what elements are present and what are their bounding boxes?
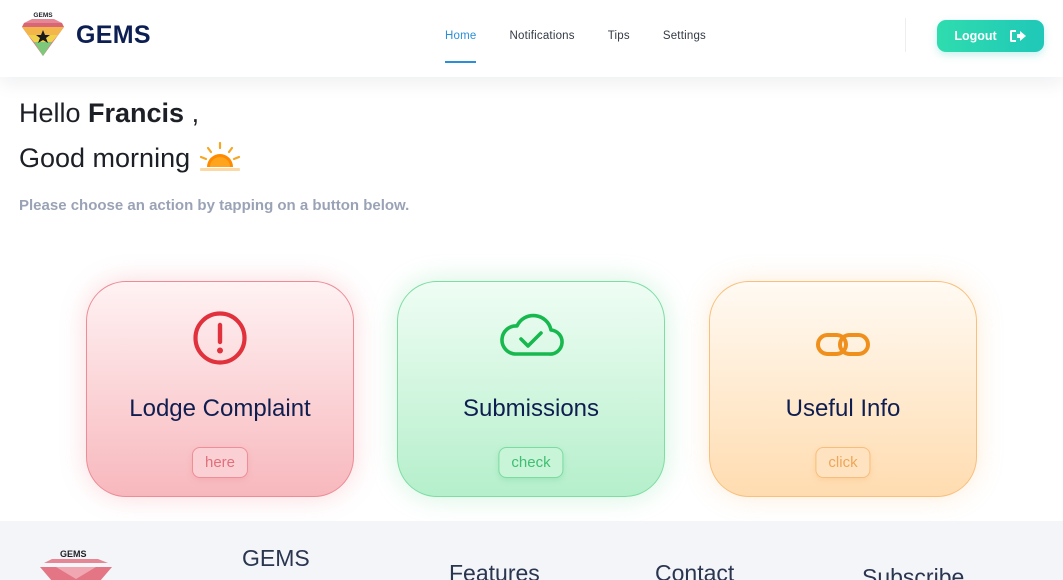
card-title: Lodge Complaint xyxy=(129,395,311,422)
lodge-complaint-card[interactable]: Lodge Complaint here xyxy=(86,281,354,497)
sunrise-icon xyxy=(200,141,241,171)
time-greeting: Good morning xyxy=(19,142,191,173)
hello-suffix: , xyxy=(184,98,200,128)
footer-gems-logo-icon xyxy=(40,559,112,580)
instruction-text: Please choose an action by tapping on a … xyxy=(19,197,410,214)
footer-heading-features: Features xyxy=(449,560,540,580)
nav-link-tips[interactable]: Tips xyxy=(608,30,630,42)
card-title: Useful Info xyxy=(785,395,901,422)
user-name: Francis xyxy=(88,98,185,128)
logout-label: Logout xyxy=(954,29,997,43)
svg-text:GEMS: GEMS xyxy=(33,12,53,19)
footer: GEMS GEMS Features Contact Subscribe xyxy=(0,521,1063,580)
nav-link-settings[interactable]: Settings xyxy=(663,30,706,42)
sign-out-icon xyxy=(1009,30,1026,42)
logout-button[interactable]: Logout xyxy=(937,20,1044,52)
top-navbar: GEMS GEMS Home Notifications Tips Settin… xyxy=(0,0,1063,77)
footer-heading-contact: Contact xyxy=(655,560,735,580)
submissions-button[interactable]: check xyxy=(498,447,564,478)
brand[interactable]: GEMS GEMS xyxy=(20,10,151,60)
cloud-check-icon xyxy=(500,313,564,356)
exclamation-circle-icon xyxy=(193,311,247,365)
footer-heading-gems: GEMS xyxy=(242,545,310,571)
gems-logo-icon: GEMS xyxy=(20,10,66,60)
greeting-hello: Hello Francis , xyxy=(19,98,199,129)
brand-name: GEMS xyxy=(76,20,151,49)
useful-info-button[interactable]: click xyxy=(815,447,871,478)
footer-heading-subscribe: Subscribe xyxy=(862,564,965,580)
lodge-complaint-button[interactable]: here xyxy=(191,447,249,478)
nav-links: Home Notifications Tips Settings xyxy=(445,30,739,63)
card-title: Submissions xyxy=(462,395,600,422)
useful-info-card[interactable]: Useful Info click xyxy=(709,281,977,497)
link-icon xyxy=(816,333,870,356)
nav-divider xyxy=(905,18,906,52)
hello-prefix: Hello xyxy=(19,98,89,128)
submissions-card[interactable]: Submissions check xyxy=(397,281,665,497)
greeting-time: Good morning xyxy=(19,141,242,175)
nav-link-home[interactable]: Home xyxy=(445,30,477,63)
nav-link-notifications[interactable]: Notifications xyxy=(509,30,574,42)
